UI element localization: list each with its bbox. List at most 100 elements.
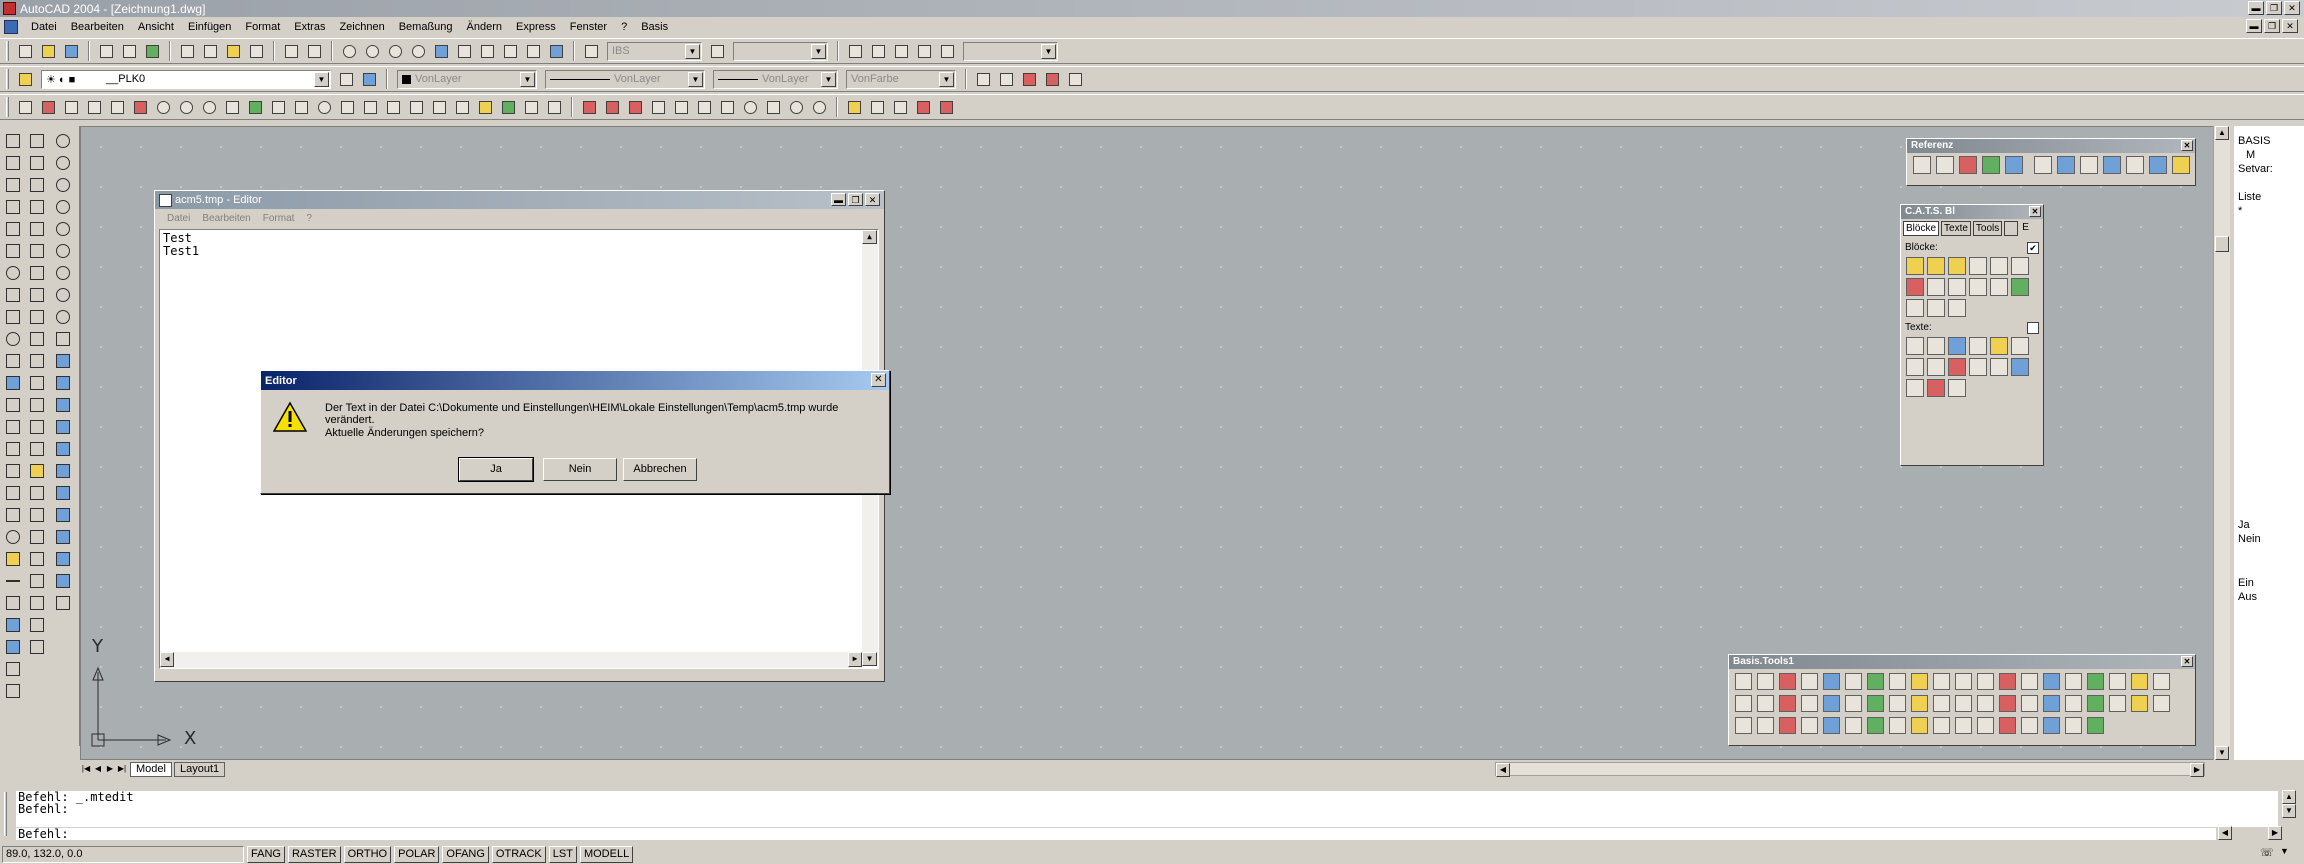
text-tool-icon[interactable]	[1927, 337, 1945, 355]
basis-tool-icon[interactable]	[1889, 717, 1906, 734]
screen-menu-star[interactable]: *	[2238, 204, 2304, 218]
toolpalette-icon[interactable]	[477, 41, 498, 62]
text-tool-icon[interactable]	[1969, 337, 1987, 355]
scroll-left-icon[interactable]: ◀	[1496, 763, 1510, 777]
matchprop-icon[interactable]	[246, 41, 267, 62]
referenz-tool-icon[interactable]	[2034, 156, 2052, 174]
doc-restore-button[interactable]: ❐	[2264, 19, 2280, 33]
snap-icon[interactable]	[602, 97, 623, 118]
print-icon[interactable]	[96, 41, 117, 62]
referenz-tool-icon[interactable]	[2103, 156, 2121, 174]
text-tool-icon[interactable]	[1948, 379, 1966, 397]
basis-tool-icon[interactable]	[1933, 673, 1950, 690]
text-tool-icon[interactable]	[1990, 358, 2008, 376]
screen-menu-liste[interactable]: Liste	[2238, 190, 2304, 204]
dimstyle-select[interactable]: ▼	[733, 41, 828, 61]
copy-icon[interactable]	[200, 41, 221, 62]
close-icon[interactable]: ✕	[871, 373, 886, 387]
coordinate-readout[interactable]: 89.0, 132.0, 0.0	[2, 845, 244, 863]
tool-icon[interactable]	[26, 504, 48, 526]
block-tool-icon[interactable]	[1927, 257, 1945, 275]
autocad-icon[interactable]	[3, 2, 16, 15]
drawing-horizontal-scrollbar[interactable]: ◀ ▶	[1495, 762, 2205, 777]
editor-minimize-button[interactable]: ▬	[831, 193, 846, 206]
markup-icon[interactable]	[500, 41, 521, 62]
doc-close-button[interactable]: ✕	[2282, 19, 2298, 33]
basis-tool-icon[interactable]	[2131, 695, 2148, 712]
shade-icon[interactable]	[52, 526, 74, 548]
basis-tool-icon[interactable]	[1999, 673, 2016, 690]
scroll-up-icon[interactable]: ▲	[2215, 126, 2229, 140]
text-tool-icon[interactable]	[1927, 358, 1945, 376]
basis-tool-icon[interactable]	[2153, 695, 2170, 712]
tool-icon[interactable]	[867, 97, 888, 118]
block-tool-icon[interactable]	[2011, 257, 2029, 275]
editor-close-button[interactable]: ✕	[865, 193, 880, 206]
texte-checkbox[interactable]	[2027, 322, 2039, 334]
layer-icon[interactable]	[2, 614, 24, 636]
statusbar-menu-icon[interactable]: ▼	[2280, 846, 2294, 860]
tab-layout1[interactable]: Layout1	[173, 761, 226, 777]
block-tool-icon[interactable]	[1906, 257, 1924, 275]
tool-icon[interactable]	[936, 97, 957, 118]
point-icon[interactable]	[2, 416, 24, 438]
tool-icon[interactable]	[973, 69, 994, 90]
region-icon[interactable]	[291, 97, 312, 118]
screen-menu-setvar[interactable]: Setvar:	[2238, 162, 2304, 176]
snap-icon[interactable]	[740, 97, 761, 118]
textstyle-icon[interactable]	[581, 41, 602, 62]
cats-tab-blank[interactable]	[2004, 221, 2019, 236]
stretch-icon[interactable]	[26, 306, 48, 328]
textstyle-select[interactable]: IBS ▼	[607, 41, 702, 61]
rotate-icon[interactable]	[26, 262, 48, 284]
basis-tool-icon[interactable]	[2021, 673, 2038, 690]
view-icon[interactable]	[52, 394, 74, 416]
circle-icon[interactable]	[314, 97, 335, 118]
editor-menu-help[interactable]: ?	[300, 213, 318, 224]
basis-tool-icon[interactable]	[2021, 695, 2038, 712]
basis-tool-icon[interactable]	[1889, 695, 1906, 712]
polygon-icon[interactable]	[268, 97, 289, 118]
cats-tab-texte[interactable]: Texte	[1941, 221, 1971, 236]
zoom-center-icon[interactable]	[52, 218, 74, 240]
zoom-in-icon[interactable]	[52, 262, 74, 284]
minimize-button[interactable]: ▬	[2248, 1, 2264, 15]
snap-icon[interactable]	[809, 97, 830, 118]
block-tool-icon[interactable]	[1990, 278, 2008, 296]
basis-tool-icon[interactable]	[2109, 695, 2126, 712]
scroll-down-icon[interactable]: ▼	[2282, 804, 2296, 818]
chevron-down-icon[interactable]: ▼	[685, 43, 700, 59]
scroll-left-icon[interactable]: ◀	[2218, 826, 2232, 840]
referenz-tool-icon[interactable]	[1982, 156, 2000, 174]
screen-menu-ein[interactable]: Ein	[2238, 576, 2304, 590]
snap-icon[interactable]	[694, 97, 715, 118]
basis-tool-icon[interactable]	[1735, 695, 1752, 712]
lineweight-select[interactable]: VonLayer ▼	[713, 69, 838, 89]
menu-bemassung[interactable]: Bemaßung	[392, 21, 460, 33]
join-icon[interactable]	[26, 394, 48, 416]
doc-minimize-button[interactable]: ▬	[2246, 19, 2262, 33]
box-icon[interactable]	[383, 97, 404, 118]
chevron-down-icon[interactable]: ▼	[939, 71, 954, 87]
dim-radius-icon[interactable]	[107, 97, 128, 118]
tool-icon[interactable]	[26, 548, 48, 570]
insert-block-icon[interactable]	[2, 372, 24, 394]
block-tool-icon[interactable]	[2011, 278, 2029, 296]
view-icon[interactable]	[52, 460, 74, 482]
block-tool-icon[interactable]	[1969, 278, 1987, 296]
dim-linear-icon[interactable]	[15, 97, 36, 118]
basis-tool-icon[interactable]	[2021, 717, 2038, 734]
undo-icon[interactable]	[281, 41, 302, 62]
editor-menu-format[interactable]: Format	[257, 213, 301, 224]
screen-menu-m[interactable]: M	[2246, 148, 2304, 162]
dim-ordinate-icon[interactable]	[84, 97, 105, 118]
basis-tool-icon[interactable]	[2087, 717, 2104, 734]
render-icon[interactable]	[475, 97, 496, 118]
menu-format[interactable]: Format	[238, 21, 287, 33]
basis-tool-icon[interactable]	[1867, 673, 1884, 690]
menu-extras[interactable]: Extras	[287, 21, 332, 33]
screen-menu-aus[interactable]: Aus	[2238, 590, 2304, 604]
scroll-up-icon[interactable]: ▲	[2282, 790, 2296, 804]
cats-tab-bloecke[interactable]: Blöcke	[1903, 221, 1940, 236]
layer-manager-icon[interactable]	[15, 69, 36, 90]
